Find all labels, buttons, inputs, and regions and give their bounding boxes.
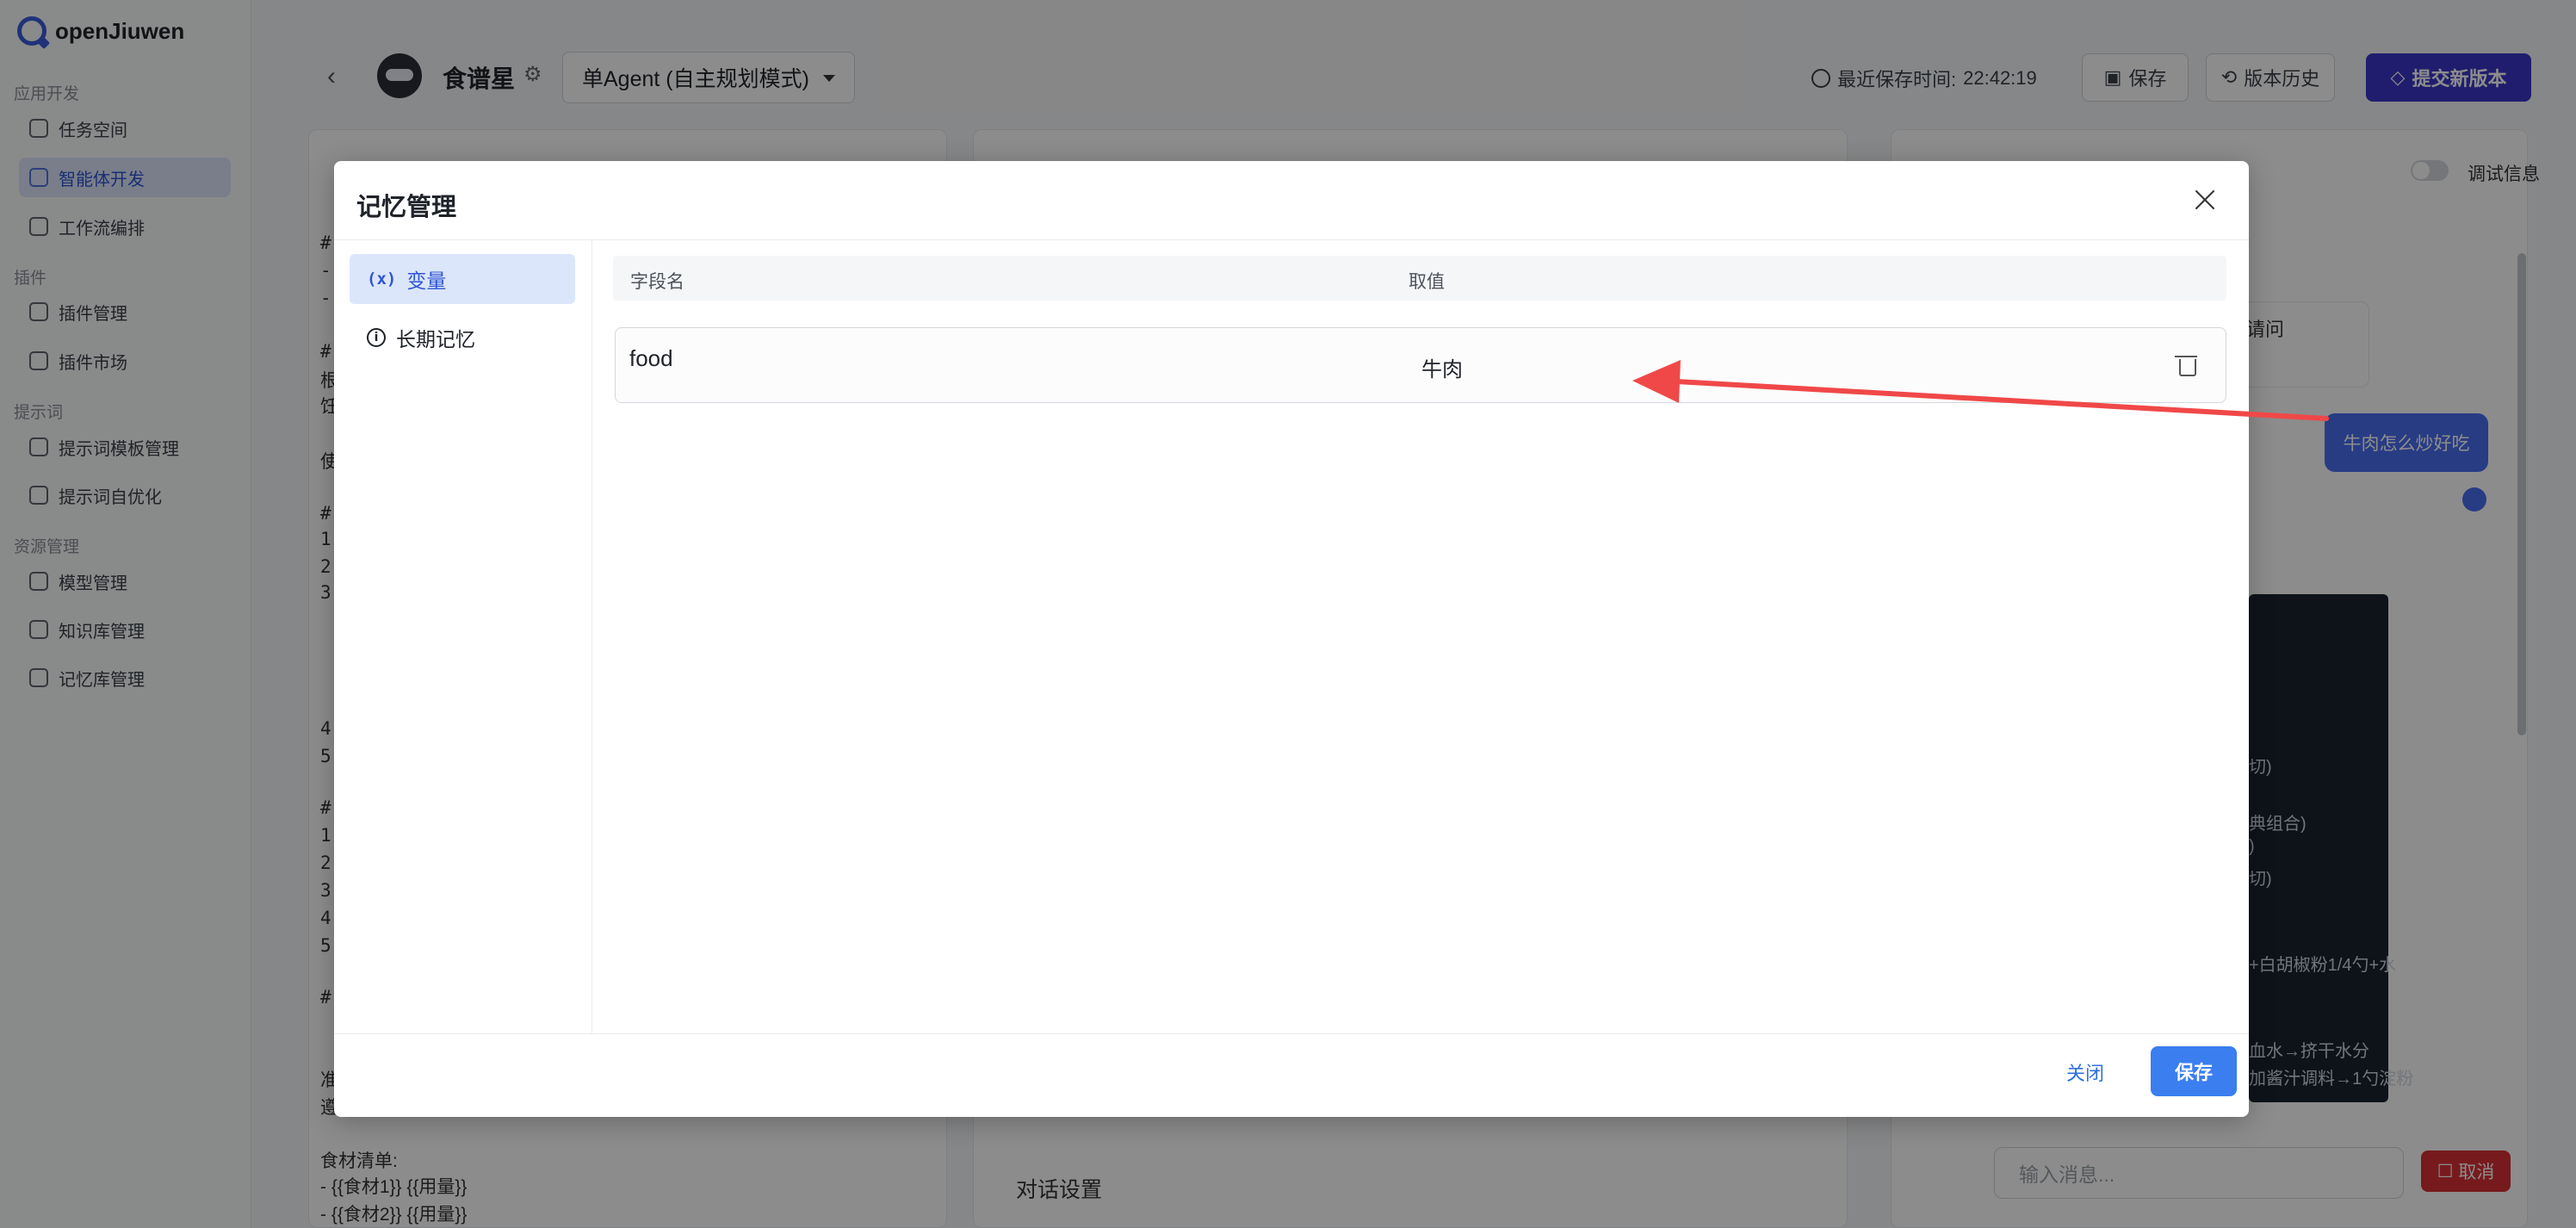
memory-management-modal: 记忆管理 (x) 变量 i 长期记忆 字段名 取值 food 牛肉 关闭 保存 <box>334 161 2249 1117</box>
trash-icon[interactable] <box>2175 354 2197 376</box>
memory-tab-list: (x) 变量 i 长期记忆 <box>334 240 592 1033</box>
close-icon[interactable] <box>2190 185 2220 214</box>
save-button[interactable]: 保存 <box>2151 1046 2237 1096</box>
field-value-cell: 牛肉 <box>1421 358 1463 381</box>
close-button[interactable]: 关闭 <box>2066 1058 2104 1086</box>
table-row[interactable]: food 牛肉 <box>615 327 2226 403</box>
column-header-name: 字段名 <box>630 272 684 292</box>
tab-variables[interactable]: (x) 变量 <box>350 254 575 304</box>
field-name-cell: food <box>629 345 673 371</box>
tab-long-term-memory[interactable]: i 长期记忆 <box>350 313 575 363</box>
modal-title: 记忆管理 <box>356 194 457 221</box>
brain-icon: i <box>367 328 386 347</box>
modal-header: 记忆管理 <box>334 161 2249 240</box>
variable-icon: (x) <box>367 270 397 288</box>
variables-table-header: 字段名 取值 <box>613 256 2226 301</box>
column-header-value: 取值 <box>1409 272 1445 292</box>
modal-footer: 关闭 保存 <box>334 1033 2249 1117</box>
